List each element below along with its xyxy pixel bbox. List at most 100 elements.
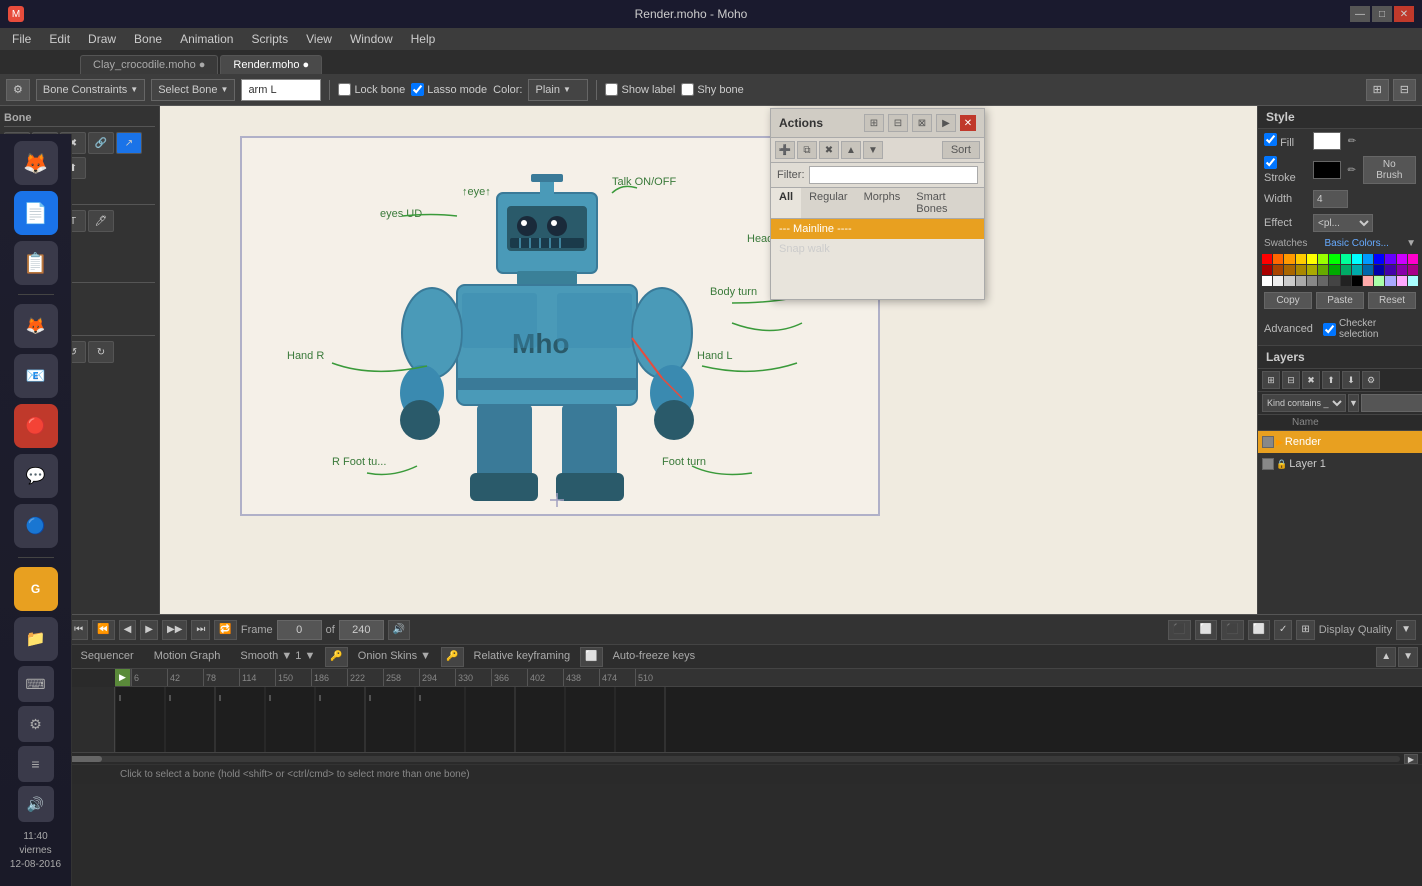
action-tab-all[interactable]: All <box>771 188 801 218</box>
color-dark-cyan[interactable] <box>1352 265 1362 275</box>
color-dark-gray-2[interactable] <box>1329 276 1339 286</box>
checker-selection-checkbox[interactable] <box>1323 323 1336 336</box>
toolbar-mode-icon[interactable]: ⚙ <box>6 79 30 101</box>
taskbar-keyboard-icon[interactable]: ⌨ <box>18 666 54 702</box>
tool-ws-4[interactable]: ↻ <box>88 341 114 363</box>
taskbar-settings-icon[interactable]: ⚙ <box>18 706 54 742</box>
color-yellow[interactable] <box>1296 254 1306 264</box>
lock-bone-checkbox[interactable]: Lock bone <box>338 83 405 96</box>
bone-constraints-dropdown[interactable]: Bone Constraints ▼ <box>36 79 145 101</box>
tl-sound-btn[interactable]: 🔊 <box>388 620 410 640</box>
actions-up-button[interactable]: ▲ <box>841 141 861 159</box>
menu-window[interactable]: Window <box>342 30 401 48</box>
tl-tab-onion-skins[interactable]: Onion Skins ▼ <box>348 647 441 667</box>
actions-down-button[interactable]: ▼ <box>863 141 883 159</box>
tool-layer-4[interactable]: 🖊 <box>88 210 114 232</box>
tl-next-btn[interactable]: ⏭ <box>191 620 210 640</box>
tl-tab-sequencer[interactable]: Sequencer <box>70 647 143 667</box>
close-button[interactable]: ✕ <box>1394 6 1414 22</box>
taskbar-app-skype1[interactable]: 💬 <box>14 454 58 498</box>
tl-play-btn[interactable]: ▶ <box>140 620 158 640</box>
track-area[interactable] <box>115 687 1422 752</box>
tl-prev-btn[interactable]: ⏪ <box>92 620 114 640</box>
color-dark-magenta[interactable] <box>1408 265 1418 275</box>
actions-btn-2[interactable]: ⊟ <box>888 114 908 132</box>
fill-color-swatch[interactable] <box>1313 132 1341 150</box>
select-bone-dropdown[interactable]: Select Bone ▼ <box>151 79 235 101</box>
tool-bone-4[interactable]: 🔗 <box>88 132 114 154</box>
action-tab-regular[interactable]: Regular <box>801 188 856 218</box>
stroke-brush-icon[interactable]: ✏ <box>1345 163 1359 177</box>
color-bright-yellow[interactable] <box>1307 254 1317 264</box>
tl-tab-smooth[interactable]: Smooth ▼ 1 ▼ <box>230 647 325 667</box>
effect-select[interactable]: <pl... <box>1313 214 1373 232</box>
action-item-mainline[interactable]: --- Mainline ---- <box>771 219 984 239</box>
tl-fwd-btn[interactable]: ▶▶ <box>162 620 187 640</box>
color-blue[interactable] <box>1374 254 1384 264</box>
tl-quality-btn-4[interactable]: ⬜ <box>1248 620 1270 640</box>
color-dark-red[interactable] <box>1262 265 1272 275</box>
color-dark-gray-1[interactable] <box>1318 276 1328 286</box>
toolbar-icon-2[interactable]: ⊟ <box>1393 79 1416 101</box>
color-olive[interactable] <box>1307 265 1317 275</box>
kind-filter-input[interactable] <box>1361 394 1422 412</box>
taskbar-app-firefox[interactable]: 🦊 <box>14 304 58 348</box>
layer-row-layer1[interactable]: 🔒 Layer 1 <box>1258 453 1422 475</box>
color-teal-green[interactable] <box>1341 254 1351 264</box>
tl-rel-keyframe-toggle[interactable]: ⬜ <box>580 647 602 667</box>
action-tab-smart-bones[interactable]: Smart Bones <box>908 188 984 218</box>
color-dark-yellow-green[interactable] <box>1318 265 1328 275</box>
tl-tab-relative-keyframing[interactable]: Relative keyframing <box>464 647 581 667</box>
stroke-color-swatch[interactable] <box>1313 161 1341 179</box>
scroll-right-btn[interactable]: ▶ <box>1404 754 1418 764</box>
taskbar-app-gotow[interactable]: G <box>14 567 58 611</box>
layer-btn-6[interactable]: ⚙ <box>1362 371 1380 389</box>
fill-brush-icon[interactable]: ✏ <box>1345 134 1359 148</box>
copy-button[interactable]: Copy <box>1264 292 1312 309</box>
filter-input[interactable] <box>809 166 979 184</box>
color-cyan[interactable] <box>1352 254 1362 264</box>
tl-expand-btn[interactable]: ▲ <box>1376 647 1396 667</box>
layer-btn-2[interactable]: ⊟ <box>1282 371 1300 389</box>
kind-filter-btn[interactable]: ▼ <box>1348 394 1359 412</box>
color-dark-green[interactable] <box>1329 265 1339 275</box>
actions-btn-3[interactable]: ⊠ <box>912 114 932 132</box>
tab-render[interactable]: Render.moho ● <box>220 55 322 74</box>
color-magenta[interactable] <box>1408 254 1418 264</box>
color-orange[interactable] <box>1284 254 1294 264</box>
tl-collapse-btn[interactable]: ▼ <box>1398 647 1418 667</box>
taskbar-app-chrome[interactable]: 🔴 <box>14 404 58 448</box>
fill-checkbox[interactable] <box>1264 133 1277 146</box>
color-gray[interactable] <box>1307 276 1317 286</box>
stroke-checkbox[interactable] <box>1264 156 1277 169</box>
color-white[interactable] <box>1262 276 1272 286</box>
color-light-cyan[interactable] <box>1408 276 1418 286</box>
color-violet[interactable] <box>1397 254 1407 264</box>
taskbar-app-mozilla[interactable]: 🦊 <box>14 141 58 185</box>
taskbar-bars-icon[interactable]: ≡ <box>18 746 54 782</box>
actions-add-button[interactable]: ➕ <box>775 141 795 159</box>
color-light-red[interactable] <box>1363 276 1373 286</box>
lasso-mode-checkbox[interactable]: Lasso mode <box>411 83 487 96</box>
sort-button[interactable]: Sort <box>942 141 980 159</box>
color-light-green[interactable] <box>1374 276 1384 286</box>
tl-loop-btn[interactable]: 🔁 <box>214 620 236 640</box>
shy-bone-checkbox[interactable]: Shy bone <box>681 83 743 96</box>
checker-selection-label[interactable]: Checker selection <box>1317 316 1416 342</box>
taskbar-app-outlook[interactable]: 📧 <box>14 354 58 398</box>
paste-button[interactable]: Paste <box>1316 292 1364 309</box>
menu-animation[interactable]: Animation <box>172 30 241 48</box>
color-dark-teal[interactable] <box>1341 265 1351 275</box>
color-dropdown[interactable]: Plain ▼ <box>528 79 588 101</box>
tl-quality-btn-1[interactable]: ⬛ <box>1168 620 1190 640</box>
taskbar-app-untitled[interactable]: 📋 <box>14 241 58 285</box>
actions-close-button[interactable]: ✕ <box>960 115 976 131</box>
layer-visibility-render[interactable] <box>1262 436 1274 448</box>
tl-tab-motion-graph[interactable]: Motion Graph <box>144 647 231 667</box>
layer-row-render[interactable]: ▶ Render <box>1258 431 1422 453</box>
tl-keyframe-btn[interactable]: 🔑 <box>325 647 347 667</box>
reset-button[interactable]: Reset <box>1368 292 1416 309</box>
taskbar-app-skype2[interactable]: 🔵 <box>14 504 58 548</box>
menu-edit[interactable]: Edit <box>41 30 78 48</box>
color-dark-indigo[interactable] <box>1385 265 1395 275</box>
